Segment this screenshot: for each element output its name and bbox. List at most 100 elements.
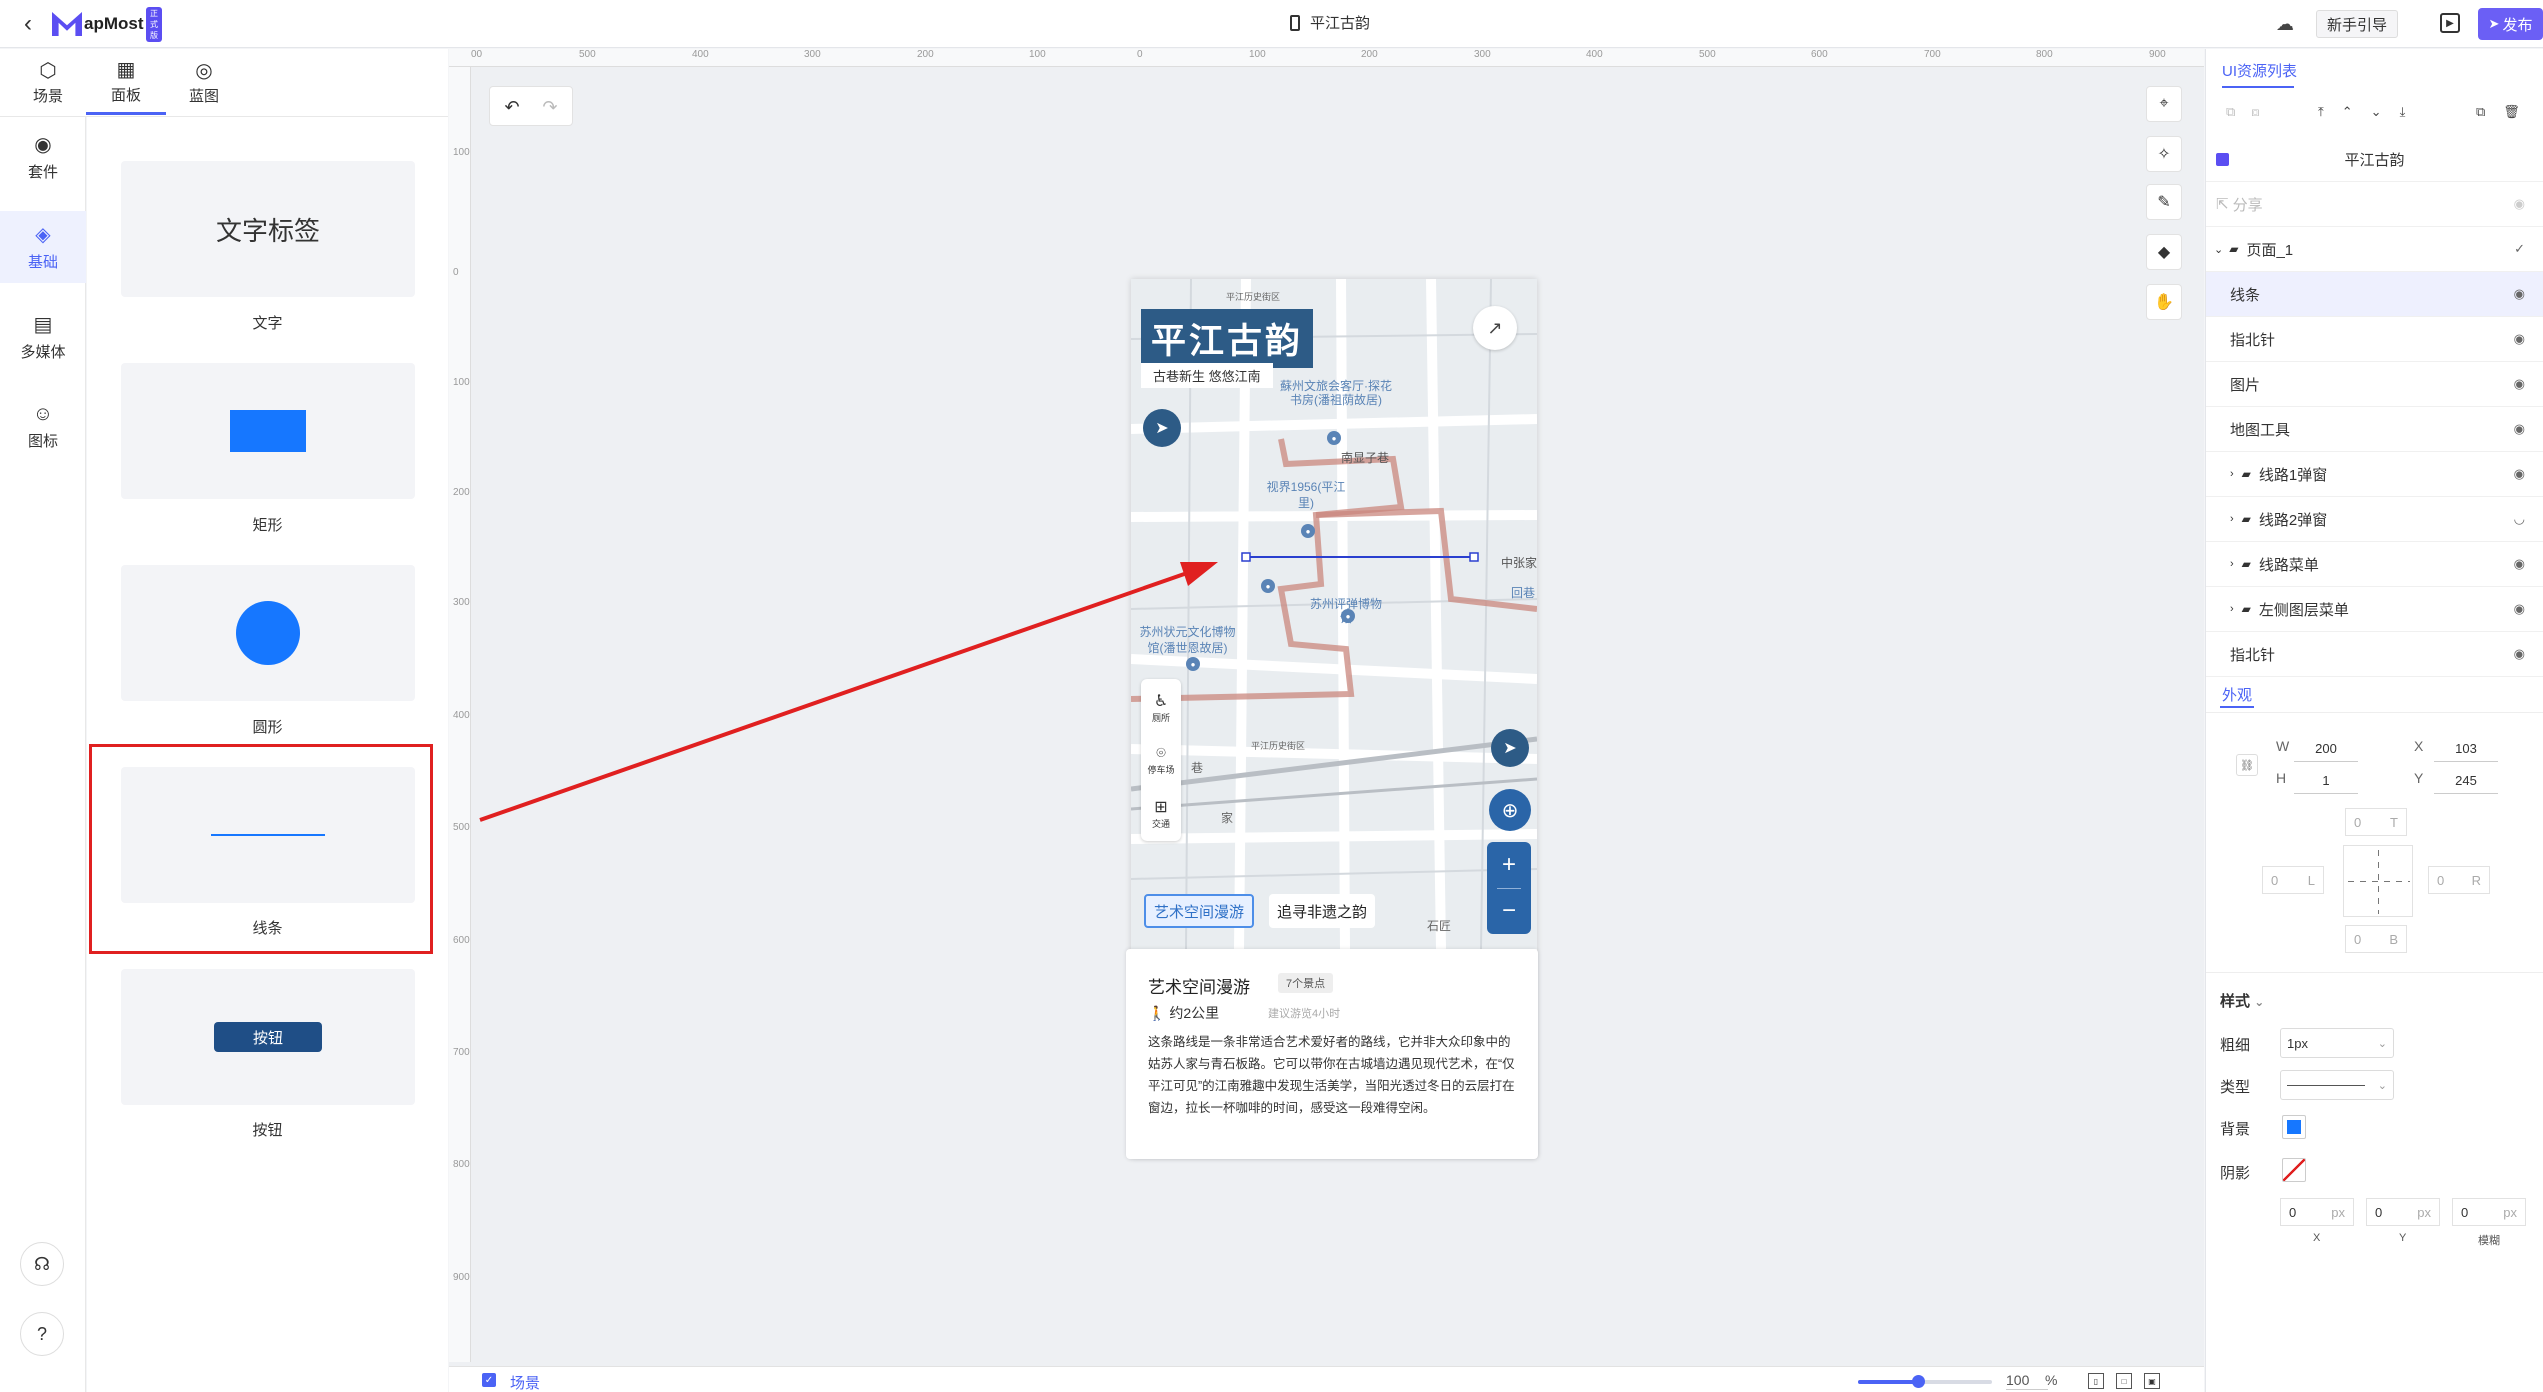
tab-scene[interactable]: ⬡ 场景 [8,49,88,115]
shadow-y-input[interactable]: 0 px [2366,1198,2440,1226]
palette-card-circle[interactable] [121,565,415,701]
width-input[interactable]: 200 [2294,736,2358,762]
guide-button[interactable]: 新手引导 [2316,10,2399,38]
zoom-in-icon[interactable]: + [1487,842,1531,888]
poi-marker-icon[interactable]: ● [1327,431,1341,445]
palette-card-button[interactable]: 按钮 [121,969,415,1105]
compass-icon[interactable]: ➤ [1143,409,1181,447]
zoom-out-icon[interactable]: − [1487,888,1531,934]
layer-row[interactable]: 图片 ◉ [2206,362,2543,407]
eye-icon[interactable]: ◉ [2514,286,2525,302]
move-down-icon[interactable]: ⌄ [2371,104,2400,119]
box-3d-icon[interactable]: ◆ [2146,234,2182,270]
move-up-icon[interactable]: ⌃ [2342,104,2371,119]
shadow-x-input[interactable]: 0 px [2280,1198,2354,1226]
share-external-icon[interactable]: ↗ [1473,306,1517,350]
eye-icon[interactable]: ◉ [2514,196,2525,212]
check-icon[interactable]: ✓ [2514,241,2525,257]
zoom-input[interactable]: 100 [2006,1372,2048,1390]
tree-root[interactable]: 平江古韵 [2206,137,2543,182]
y-input[interactable]: 245 [2434,768,2498,794]
shadow-color-swatch[interactable] [2282,1158,2306,1182]
x-input[interactable]: 103 [2434,736,2498,762]
chevron-right-icon[interactable]: › [2230,468,2234,480]
poi-marker-icon[interactable]: ● [1301,524,1315,538]
margin-right-input[interactable]: 0R [2428,866,2490,894]
route-tab-art[interactable]: 艺术空间漫游 [1144,894,1255,928]
move-top-icon[interactable]: ⤒ [2318,104,2342,119]
layer-row[interactable]: › ▰ 线路2弹窗 ◡ [2206,497,2543,542]
undo-icon[interactable]: ↶ [498,93,526,121]
chevron-right-icon[interactable]: › [2230,603,2234,615]
poi-marker-icon[interactable]: ● [1261,579,1275,593]
shadow-blur-input[interactable]: 0 px [2452,1198,2526,1226]
weight-select[interactable]: 1px ⌄ [2280,1028,2394,1058]
ruler-tool-icon[interactable]: ✎ [2146,184,2182,220]
eye-icon[interactable]: ◉ [2514,556,2525,572]
support-headset-icon[interactable]: ☊ [20,1242,64,1286]
preview-play-icon[interactable]: ▶ [2440,13,2460,33]
map-view[interactable]: 平江历史街区 蘇州文旅会客厅·探花书房(潘祖荫故居) 视界1956(平江里) 苏… [1131,279,1537,949]
tree-share[interactable]: ⇱ 分享 ◉ [2206,182,2543,227]
chevron-right-icon[interactable]: › [2230,513,2234,525]
chevron-down-icon[interactable]: ⌄ [2214,243,2223,256]
eye-icon[interactable]: ◉ [2514,331,2525,347]
route-tab-heritage[interactable]: 追寻非遗之韵 [1269,894,1376,928]
tree-page[interactable]: ⌄ ▰ 页面_1 ✓ [2206,227,2543,272]
tab-panel[interactable]: ▦ 面板 [86,49,166,115]
chevron-right-icon[interactable]: › [2230,558,2234,570]
eye-icon[interactable]: ◉ [2514,466,2525,482]
poi-marker-icon[interactable]: ● [1341,609,1355,623]
ungroup-icon[interactable]: ⧈ [2251,104,2275,119]
cloud-sync-icon[interactable]: ☁ [2276,14,2294,35]
style-section[interactable]: 样式 ⌄ [2220,990,2264,1011]
parking-button[interactable]: ⌾ 停车场 [1141,734,1181,786]
fit-screen-icon[interactable]: □ [2116,1373,2132,1389]
margin-top-input[interactable]: 0T [2345,808,2407,836]
layer-row[interactable]: 指北针 ◉ [2206,317,2543,362]
eye-icon[interactable]: ◉ [2514,646,2525,662]
scene-checkbox[interactable]: ✓ [482,1373,496,1387]
height-input[interactable]: 1 [2294,768,2358,794]
tab-blueprint[interactable]: ◎ 蓝图 [164,49,244,115]
eye-icon[interactable]: ◉ [2514,601,2525,617]
compass-icon[interactable]: ➤ [1491,729,1529,767]
fit-width-icon[interactable]: ▯ [2088,1373,2104,1389]
eye-icon[interactable]: ◉ [2514,376,2525,392]
magic-wand-icon[interactable]: ✧ [2146,136,2182,172]
poi-marker-icon[interactable]: ● [1186,657,1200,671]
eye-icon[interactable]: ◉ [2514,421,2525,437]
redo-icon[interactable]: ↷ [536,93,564,121]
ui-resource-list-tab[interactable]: UI资源列表 [2222,60,2297,81]
link-ratio-icon[interactable]: ⛓ [2236,754,2258,776]
locate-icon[interactable]: ⌖ [2146,86,2182,122]
eye-off-icon[interactable]: ◡ [2514,511,2525,527]
margin-bottom-input[interactable]: 0B [2345,925,2407,953]
rail-item-icon[interactable]: ☺ 图标 [0,391,86,463]
transit-button[interactable]: ⊞ 交通 [1141,787,1181,839]
help-icon[interactable]: ? [20,1312,64,1356]
layer-row[interactable]: 指北针 ◉ [2206,632,2543,677]
layer-row[interactable]: 地图工具 ◉ [2206,407,2543,452]
background-color-swatch[interactable] [2282,1115,2306,1139]
back-arrow-icon[interactable]: ‹ [14,10,42,38]
margin-left-input[interactable]: 0L [2262,866,2324,894]
layer-row[interactable]: › ▰ 左侧图层菜单 ◉ [2206,587,2543,632]
rail-item-basic[interactable]: ◈ 基础 [0,211,86,283]
toilet-button[interactable]: ♿ 厕所 [1141,681,1181,733]
tab-appearance[interactable]: 外观 [2222,684,2252,705]
palette-card-text[interactable]: 文字标签 [121,161,415,297]
fullscreen-icon[interactable]: ▣ [2144,1373,2160,1389]
rail-item-kit[interactable]: ◉ 套件 [0,121,86,193]
copy-icon[interactable]: ⧉ [2476,104,2503,119]
layer-row[interactable]: 线条 ◉ [2206,272,2543,317]
delete-icon[interactable]: 🗑 [2503,104,2538,119]
publish-button[interactable]: ➤ 发布 [2478,8,2543,40]
layer-row[interactable]: › ▰ 线路菜单 ◉ [2206,542,2543,587]
line-type-select[interactable]: ⌄ [2280,1070,2394,1100]
group-icon[interactable]: ⧉ [2226,104,2251,119]
globe-icon[interactable]: ⊕ [1489,789,1531,831]
palette-card-rect[interactable] [121,363,415,499]
rail-item-media[interactable]: ▤ 多媒体 [0,301,86,373]
hand-pan-icon[interactable]: ✋ [2146,284,2182,320]
